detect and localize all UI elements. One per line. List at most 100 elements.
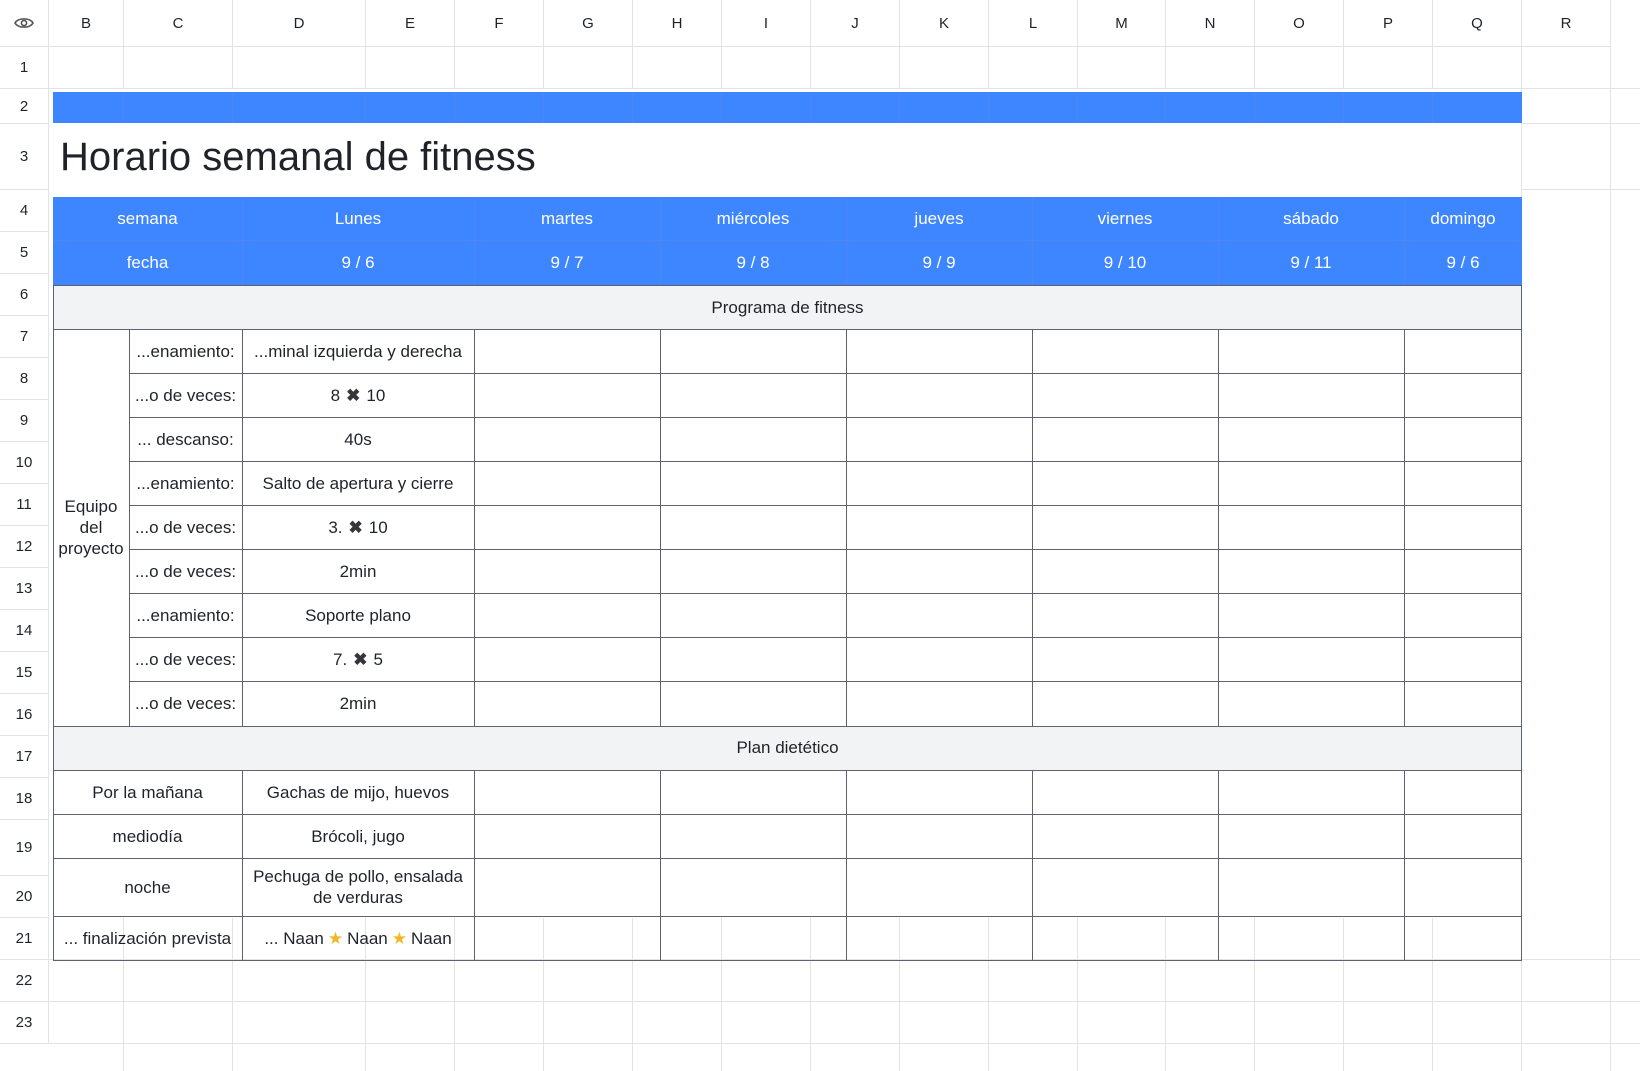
day-saturday[interactable]: sábado [1218,197,1404,240]
column-header-q[interactable]: Q [1433,0,1522,47]
monday-duration[interactable]: 2min [242,681,474,726]
accent-band [53,92,1522,123]
reps-label[interactable]: ...o de veces: [129,373,242,417]
column-header-o[interactable]: O [1255,0,1344,47]
group-label[interactable]: Equipo del proyecto [53,329,129,726]
row-header-2[interactable]: 2 [0,89,49,124]
column-header-p[interactable]: P [1344,0,1433,47]
row-header-17[interactable]: 17 [0,736,49,778]
fitness-section-header[interactable]: Programa de fitness [53,286,1522,329]
column-header-g[interactable]: G [544,0,633,47]
exercise-label[interactable]: ...enamiento: [129,461,242,505]
day-tuesday[interactable]: martes [474,197,660,240]
day-sunday[interactable]: domingo [1404,197,1522,240]
monday-exercise[interactable]: Soporte plano [242,593,474,637]
rating-text: ... Naan [264,928,324,948]
monday-rest[interactable]: 40s [242,417,474,461]
date-sunday[interactable]: 9 / 6 [1404,241,1522,285]
row-header-8[interactable]: 8 [0,358,49,400]
visibility-toggle[interactable] [0,0,49,47]
date-saturday[interactable]: 9 / 11 [1218,241,1404,285]
row-header-16[interactable]: 16 [0,694,49,736]
row-header-6[interactable]: 6 [0,274,49,316]
column-header-k[interactable]: K [900,0,989,47]
date-label[interactable]: fecha [53,241,242,285]
reps-label[interactable]: ...o de veces: [129,637,242,681]
column-header-r[interactable]: R [1522,0,1611,47]
column-header-l[interactable]: L [989,0,1078,47]
row-header-13[interactable]: 13 [0,568,49,610]
star-icon: ★ [327,928,344,948]
row-header-20[interactable]: 20 [0,876,49,918]
reps-count: 10 [366,385,386,405]
row-header-18[interactable]: 18 [0,778,49,820]
date-tuesday[interactable]: 9 / 7 [474,241,660,285]
row-header-7[interactable]: 7 [0,316,49,358]
reps-sets: 8 [330,385,341,405]
star-icon: ★ [391,928,408,948]
date-wednesday[interactable]: 9 / 8 [660,241,846,285]
reps-label[interactable]: ...o de veces: [129,505,242,549]
monday-exercise[interactable]: ...minal izquierda y derecha [242,329,474,373]
rest-label[interactable]: ... descanso: [129,417,242,461]
column-header-c[interactable]: C [124,0,233,47]
row-header-22[interactable]: 22 [0,960,49,1002]
reps-count: 5 [373,649,383,669]
meal-label[interactable]: mediodía [53,814,242,858]
column-header-d[interactable]: D [233,0,366,47]
row-header-4[interactable]: 4 [0,190,49,232]
cross-icon: ✖ [346,385,361,405]
cross-icon: ✖ [353,649,368,669]
column-header-i[interactable]: I [722,0,811,47]
exercise-label[interactable]: ...enamiento: [129,329,242,373]
completion-label[interactable]: ... finalización prevista [53,916,242,960]
row-header-21[interactable]: 21 [0,918,49,960]
date-thursday[interactable]: 9 / 9 [846,241,1032,285]
column-header-h[interactable]: H [633,0,722,47]
row-header-23[interactable]: 23 [0,1002,49,1044]
reps-label[interactable]: ...o de veces: [129,681,242,726]
monday-reps[interactable]: 3. ✖ 10 [242,505,474,549]
row-header-10[interactable]: 10 [0,442,49,484]
monday-breakfast[interactable]: Gachas de mijo, huevos [242,770,474,814]
day-thursday[interactable]: jueves [846,197,1032,240]
row-header-15[interactable]: 15 [0,652,49,694]
day-wednesday[interactable]: miércoles [660,197,846,240]
row-header-14[interactable]: 14 [0,610,49,652]
monday-exercise[interactable]: Salto de apertura y cierre [242,461,474,505]
date-friday[interactable]: 9 / 10 [1032,241,1218,285]
row-header-11[interactable]: 11 [0,484,49,526]
exercise-label[interactable]: ...enamiento: [129,593,242,637]
column-header-n[interactable]: N [1166,0,1255,47]
monday-reps[interactable]: 7. ✖ 5 [242,637,474,681]
sheet-title[interactable]: Horario semanal de fitness [52,124,1522,190]
column-header-e[interactable]: E [366,0,455,47]
day-monday[interactable]: Lunes [242,197,474,240]
reps-count: 10 [368,517,388,537]
row-header-1[interactable]: 1 [0,47,49,89]
meal-label[interactable]: noche [53,858,242,916]
column-header-f[interactable]: F [455,0,544,47]
reps-label[interactable]: ...o de veces: [129,549,242,593]
row-header-3[interactable]: 3 [0,124,49,190]
meal-label[interactable]: Por la mañana [53,770,242,814]
monday-lunch[interactable]: Brócoli, jugo [242,814,474,858]
column-header-m[interactable]: M [1078,0,1166,47]
row-header-9[interactable]: 9 [0,400,49,442]
reps-sets: 7. [333,649,348,669]
monday-duration[interactable]: 2min [242,549,474,593]
day-friday[interactable]: viernes [1032,197,1218,240]
eye-icon [14,16,34,30]
row-header-12[interactable]: 12 [0,526,49,568]
diet-section-header[interactable]: Plan dietético [53,726,1522,770]
row-header-5[interactable]: 5 [0,232,49,274]
column-header-b[interactable]: B [49,0,124,47]
column-header-j[interactable]: J [811,0,900,47]
monday-completion[interactable]: ... Naan ★ Naan ★ Naan [242,916,474,960]
monday-reps[interactable]: 8 ✖ 10 [242,373,474,417]
week-label[interactable]: semana [53,197,242,240]
date-monday[interactable]: 9 / 6 [242,241,474,285]
row-header-19[interactable]: 19 [0,820,49,876]
monday-dinner[interactable]: Pechuga de pollo, ensalada de verduras [242,858,474,916]
rating-text: Naan [347,928,388,948]
